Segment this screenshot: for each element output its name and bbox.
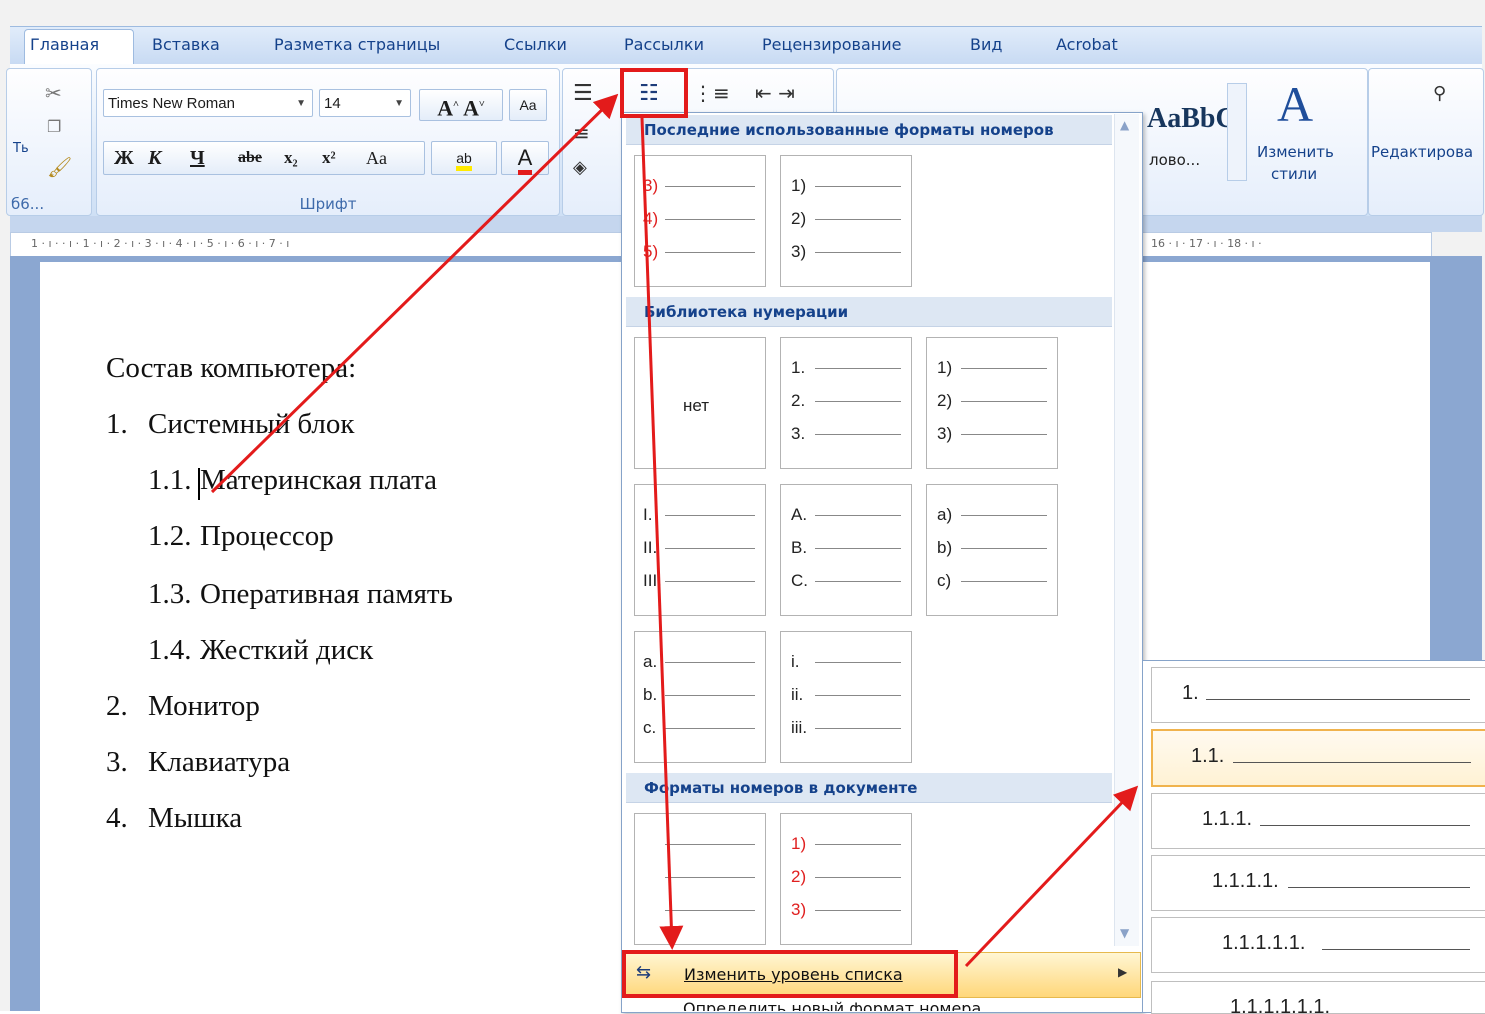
annotation-arrows	[210, 93, 1139, 968]
arrow-cursor-to-button	[210, 93, 619, 494]
arrow-button-to-menu-item	[640, 117, 684, 950]
arrow-item-to-level	[964, 785, 1139, 968]
